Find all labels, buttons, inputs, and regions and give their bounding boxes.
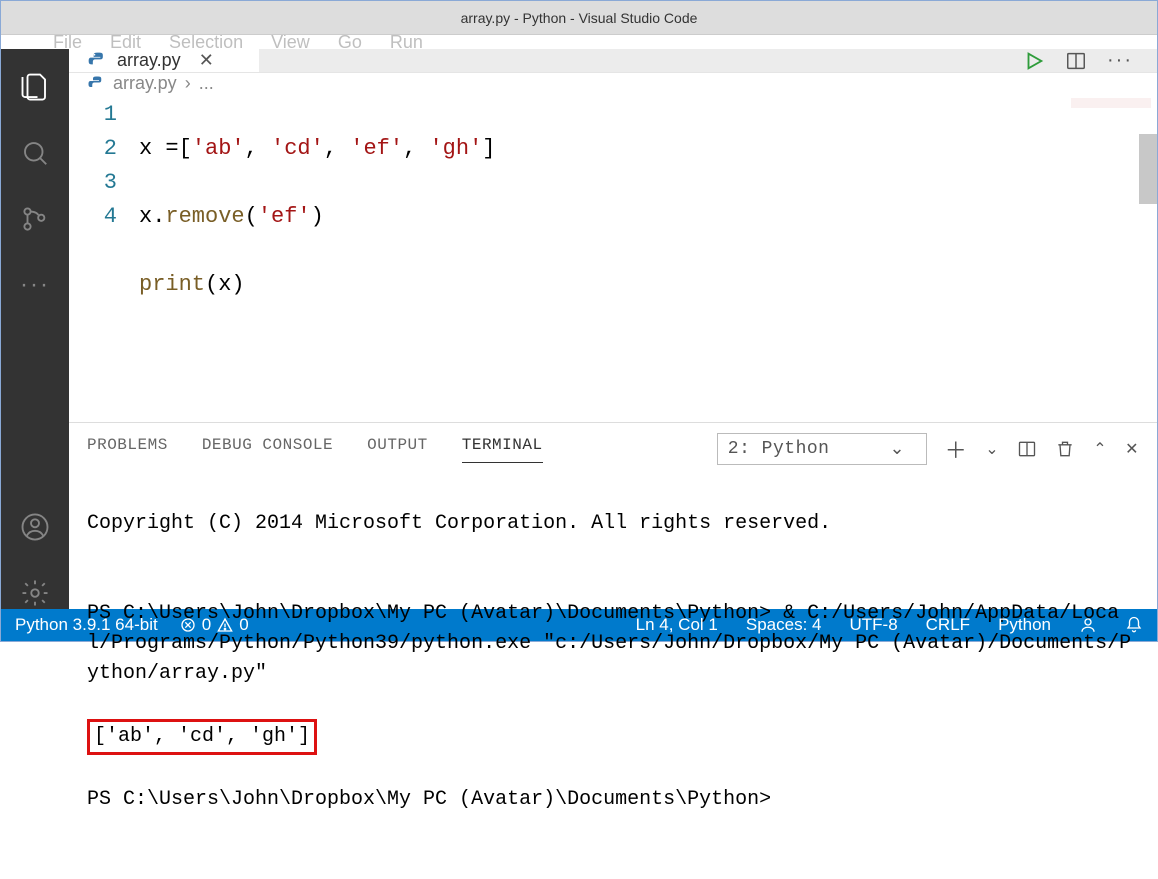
status-eol[interactable]: CRLF xyxy=(926,615,970,635)
python-icon xyxy=(87,51,107,71)
scrollbar-thumb[interactable] xyxy=(1139,134,1157,204)
run-icon[interactable] xyxy=(1023,50,1045,72)
more-icon[interactable]: ··· xyxy=(19,269,51,301)
tab-debug-console[interactable]: DEBUG CONSOLE xyxy=(202,436,333,462)
account-icon[interactable] xyxy=(19,511,51,543)
terminal-selector-label: 2: Python xyxy=(728,439,830,459)
line-number: 3 xyxy=(69,166,117,200)
breadcrumb-more: ... xyxy=(199,73,214,94)
terminal-line: Copyright (C) 2014 Microsoft Corporation… xyxy=(87,509,1139,539)
bottom-panel: PROBLEMS DEBUG CONSOLE OUTPUT TERMINAL 2… xyxy=(69,422,1157,879)
line-number: 2 xyxy=(69,132,117,166)
terminal-selector[interactable]: 2: Python ⌄ xyxy=(717,433,927,465)
activity-bar: ··· xyxy=(1,49,69,609)
split-terminal-icon[interactable] xyxy=(1017,439,1037,459)
tab-output[interactable]: OUTPUT xyxy=(367,436,428,462)
tab-array-py[interactable]: array.py ✕ xyxy=(69,49,259,72)
trash-icon[interactable] xyxy=(1055,439,1075,459)
code-body[interactable]: x =['ab', 'cd', 'ef', 'gh'] x.remove('ef… xyxy=(139,98,495,404)
tab-label: array.py xyxy=(117,50,181,71)
terminal-output[interactable]: Copyright (C) 2014 Microsoft Corporation… xyxy=(69,465,1157,879)
notifications-icon[interactable] xyxy=(1125,616,1143,634)
content-column: array.py ✕ ··· array.py › ... xyxy=(69,49,1157,609)
status-lncol[interactable]: Ln 4, Col 1 xyxy=(636,615,718,635)
explorer-icon[interactable] xyxy=(19,71,51,103)
main-area: ··· array.py ✕ xyxy=(1,49,1157,609)
menu-view[interactable]: View xyxy=(271,35,310,49)
python-icon xyxy=(87,75,105,93)
split-editor-icon[interactable] xyxy=(1065,50,1087,72)
menu-file[interactable]: File xyxy=(53,35,82,49)
highlighted-output: ['ab', 'cd', 'gh'] xyxy=(87,719,317,755)
new-terminal-icon[interactable]: ＋ xyxy=(945,433,968,465)
close-panel-icon[interactable]: ✕ xyxy=(1125,439,1139,459)
tab-problems[interactable]: PROBLEMS xyxy=(87,436,168,462)
more-actions-icon[interactable]: ··· xyxy=(1107,49,1133,72)
line-number: 4 xyxy=(69,200,117,234)
search-icon[interactable] xyxy=(19,137,51,169)
settings-gear-icon[interactable] xyxy=(19,577,51,609)
chevron-down-icon[interactable]: ⌄ xyxy=(985,439,999,459)
menu-selection[interactable]: Selection xyxy=(169,35,243,49)
status-python-version[interactable]: Python 3.9.1 64-bit xyxy=(15,615,158,635)
menu-go[interactable]: Go xyxy=(338,35,362,49)
chevron-down-icon: ⌄ xyxy=(889,438,905,460)
feedback-icon[interactable] xyxy=(1079,616,1097,634)
tabs-actions: ··· xyxy=(1023,49,1157,72)
status-encoding[interactable]: UTF-8 xyxy=(849,615,897,635)
terminal-line: PS C:\Users\John\Dropbox\My PC (Avatar)\… xyxy=(87,785,1139,815)
menubar: File Edit Selection View Go Run xyxy=(1,35,1157,49)
menu-edit[interactable]: Edit xyxy=(110,35,141,49)
tab-terminal[interactable]: TERMINAL xyxy=(462,436,543,463)
source-control-icon[interactable] xyxy=(19,203,51,235)
chevron-up-icon[interactable]: ⌃ xyxy=(1093,439,1107,459)
terminal-line: PS C:\Users\John\Dropbox\My PC (Avatar)\… xyxy=(87,599,1139,689)
window-titlebar: array.py - Python - Visual Studio Code xyxy=(1,1,1157,35)
window-title: array.py - Python - Visual Studio Code xyxy=(461,10,698,26)
status-language[interactable]: Python xyxy=(998,615,1051,635)
line-number: 1 xyxy=(69,98,117,132)
status-errors[interactable]: 0 0 xyxy=(180,615,249,635)
breadcrumb-file: array.py xyxy=(113,73,177,94)
editor-tabs: array.py ✕ ··· xyxy=(69,49,1157,73)
panel-tabs: PROBLEMS DEBUG CONSOLE OUTPUT TERMINAL 2… xyxy=(69,423,1157,465)
gutter: 1 2 3 4 xyxy=(69,98,139,404)
menu-run[interactable]: Run xyxy=(390,35,423,49)
close-icon[interactable]: ✕ xyxy=(199,50,214,71)
breadcrumb-sep: › xyxy=(185,73,191,94)
code-editor[interactable]: 1 2 3 4 x =['ab', 'cd', 'ef', 'gh'] x.re… xyxy=(69,94,1157,422)
status-spaces[interactable]: Spaces: 4 xyxy=(746,615,822,635)
breadcrumb[interactable]: array.py › ... xyxy=(69,73,1157,94)
